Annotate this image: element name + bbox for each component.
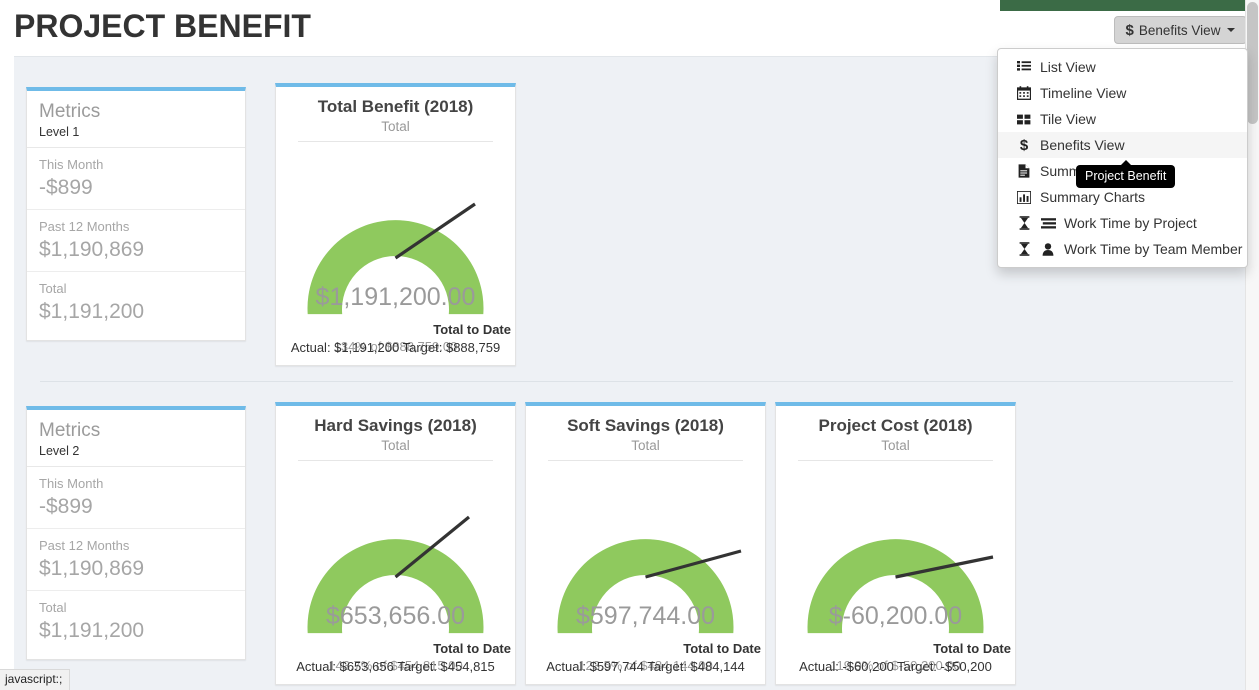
gauge-value: $-60,200.00 — [828, 602, 963, 630]
metric-label: This Month — [39, 476, 104, 491]
gauge-value: $1,191,200.00 — [315, 283, 476, 311]
gauge-chart: $597,744.00 123.5% of $484,144.00 — [526, 461, 765, 673]
section-divider — [40, 381, 1233, 382]
gauge-card-project-cost: Project Cost (2018) Total $-60,200.00 11… — [775, 402, 1016, 685]
caret-down-icon — [1227, 28, 1236, 32]
metric-value: $1,190,869 — [39, 557, 145, 580]
metric-value: -$899 — [39, 495, 93, 518]
metric-row: This Month -$899 — [27, 148, 245, 210]
gauge-chart: $1,191,200.00 134% of $888,759.00 — [276, 142, 515, 354]
menu-item-label: List View — [1040, 59, 1096, 75]
gauge-value: $653,656.00 — [325, 602, 466, 630]
gauge-card-hard-savings: Hard Savings (2018) Total $653,656.00 14… — [275, 402, 516, 685]
metric-row: This Month -$899 — [27, 467, 245, 529]
metric-row: Total $1,191,200 — [27, 272, 245, 333]
metric-label: This Month — [39, 157, 104, 172]
gauge-footer-title: Total to Date — [683, 641, 761, 656]
gauge-card-soft-savings: Soft Savings (2018) Total $597,744.00 12… — [525, 402, 766, 685]
gauge-footer-title: Total to Date — [933, 641, 1011, 656]
metric-label: Past 12 Months — [39, 538, 130, 553]
menu-item-timeline-view[interactable]: Timeline View — [998, 80, 1247, 106]
metric-value: -$899 — [39, 176, 93, 199]
gauge-footer-detail: Actual: $1,191,200 Target: $888,759 — [290, 340, 501, 355]
menu-item-work-time-by-project[interactable]: Work Time by Project — [998, 210, 1247, 236]
scrollbar-thumb[interactable] — [1247, 2, 1258, 124]
gauge-footer-detail: Actual: -$60,200 Target: -$50,200 — [799, 659, 992, 674]
gauge-title: Hard Savings (2018) — [314, 416, 477, 435]
menu-item-label: Benefits View — [1040, 137, 1125, 153]
calendar-icon — [1016, 86, 1032, 100]
tooltip-text: Project Benefit — [1085, 169, 1167, 183]
metric-label: Past 12 Months — [39, 219, 130, 234]
metrics-card-title: Metrics — [39, 101, 101, 122]
menu-item-list-view[interactable]: List View — [998, 54, 1247, 80]
menu-item-tile-view[interactable]: Tile View — [998, 106, 1247, 132]
metric-value: $1,190,869 — [39, 238, 145, 261]
dollar-icon: $ — [1019, 136, 1029, 154]
gauge-footer: Total to Date Actual: $1,191,200 Target:… — [276, 321, 515, 357]
menu-item-work-time-by-team-member[interactable]: Work Time by Team Member — [998, 236, 1247, 262]
metric-row: Total $1,191,200 — [27, 591, 245, 652]
gauge-subtitle: Total — [631, 438, 660, 453]
tooltip-arrow — [1121, 160, 1131, 165]
menu-item-label: Work Time by Project — [1064, 215, 1197, 231]
benefits-view-button-label: Benefits View — [1138, 22, 1221, 38]
hourglass-icon — [1016, 242, 1032, 256]
tooltip-project-benefit: Project Benefit — [1076, 160, 1176, 188]
browser-status-bar: javascript:; — [0, 669, 71, 690]
metric-value: $1,191,200 — [39, 619, 145, 642]
gauge-footer: Total to Date Actual: $653,656 Target: $… — [276, 640, 515, 676]
dollar-icon: $ — [1125, 21, 1134, 39]
gauge-chart: $653,656.00 143.7% of $454,815.00 — [276, 461, 515, 673]
gauge-footer-detail: Actual: $653,656 Target: $454,815 — [296, 659, 495, 674]
view-dropdown-menu[interactable]: List View Timeline View Tile View $ Bene… — [997, 48, 1248, 268]
page-title: PROJECT BENEFIT — [14, 8, 311, 44]
menu-item-benefits-view[interactable]: $ Benefits View — [998, 132, 1247, 158]
gauge-footer-title: Total to Date — [433, 322, 511, 337]
file-text-icon — [1016, 164, 1032, 178]
metric-label: Total — [39, 281, 67, 296]
metric-value: $1,191,200 — [39, 300, 145, 323]
menu-item-label: Timeline View — [1040, 85, 1127, 101]
tile-grid-icon — [1016, 114, 1032, 125]
metrics-card-level-2: Metrics Level 2 This Month -$899 Past 12… — [26, 406, 246, 660]
metric-row: Past 12 Months $1,190,869 — [27, 529, 245, 591]
metrics-card-header: Metrics Level 2 — [27, 410, 245, 467]
metric-row: Past 12 Months $1,190,869 — [27, 210, 245, 272]
gauge-card-total-benefit: Total Benefit (2018) Total $1,191,200.00… — [275, 83, 516, 366]
status-bar-text: javascript:; — [5, 672, 63, 686]
hourglass-icon — [1016, 216, 1032, 230]
app-top-bar — [1000, 0, 1250, 11]
metric-label: Total — [39, 600, 67, 615]
gauge-value: $597,744.00 — [575, 602, 716, 630]
gauge-title: Soft Savings (2018) — [567, 416, 724, 435]
gauge-subtitle: Total — [881, 438, 910, 453]
menu-item-label: Tile View — [1040, 111, 1097, 127]
gauge-chart: $-60,200.00 119.9% of $-50,200.00 — [776, 461, 1015, 673]
metrics-card-level: Level 1 — [39, 125, 80, 139]
list-icon — [1039, 217, 1057, 229]
list-icon — [1016, 61, 1032, 73]
gauge-footer: Total to Date Actual: -$60,200 Target: -… — [776, 640, 1015, 676]
gauge-footer-title: Total to Date — [433, 641, 511, 656]
metrics-card-title: Metrics — [39, 420, 101, 441]
metrics-card-header: Metrics Level 1 — [27, 91, 245, 148]
gauge-footer: Total to Date Actual: $597,744 Target: $… — [526, 640, 765, 676]
gauge-title: Total Benefit (2018) — [317, 97, 474, 116]
metrics-card-level-1: Metrics Level 1 This Month -$899 Past 12… — [26, 87, 246, 341]
gauge-subtitle: Total — [381, 438, 410, 453]
gauge-subtitle: Total — [381, 119, 410, 134]
gauge-footer-detail: Actual: $597,744 Target: $484,144 — [546, 659, 745, 674]
menu-item-label: Work Time by Team Member — [1064, 241, 1243, 257]
app-root: PROJECT BENEFIT $ Benefits View List Vie… — [0, 0, 1259, 690]
metrics-card-level: Level 2 — [39, 444, 80, 458]
gauge-title: Project Cost (2018) — [818, 416, 973, 435]
benefits-view-button[interactable]: $ Benefits View — [1114, 16, 1247, 44]
user-icon — [1039, 242, 1057, 256]
bar-chart-icon — [1016, 190, 1032, 204]
